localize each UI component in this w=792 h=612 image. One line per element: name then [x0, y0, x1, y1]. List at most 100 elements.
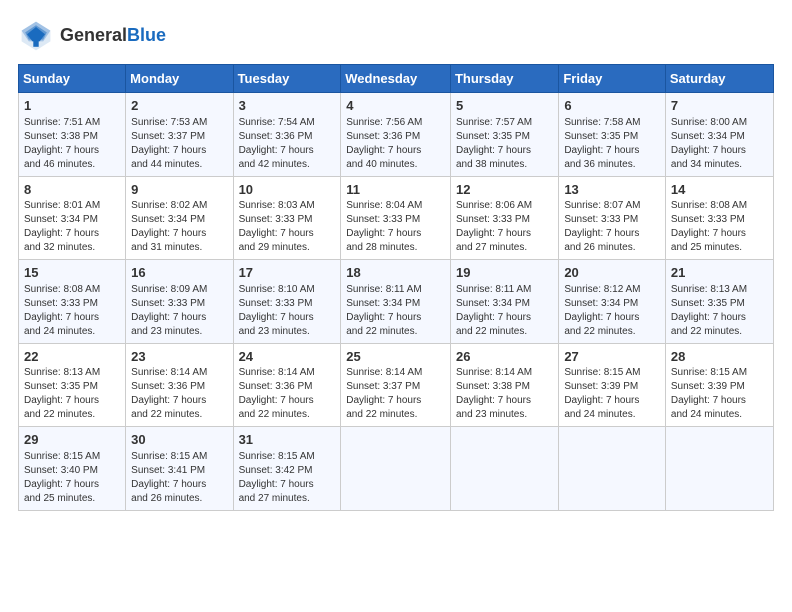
day-number: 26: [456, 348, 553, 366]
day-number: 21: [671, 264, 768, 282]
calendar-cell: 22Sunrise: 8:13 AM Sunset: 3:35 PM Dayli…: [19, 343, 126, 427]
calendar-cell: 30Sunrise: 8:15 AM Sunset: 3:41 PM Dayli…: [126, 427, 233, 511]
calendar-cell: 5Sunrise: 7:57 AM Sunset: 3:35 PM Daylig…: [450, 93, 558, 177]
day-number: 28: [671, 348, 768, 366]
day-number: 25: [346, 348, 445, 366]
day-number: 30: [131, 431, 227, 449]
weekday-header-wednesday: Wednesday: [341, 65, 451, 93]
calendar-week-4: 22Sunrise: 8:13 AM Sunset: 3:35 PM Dayli…: [19, 343, 774, 427]
calendar-cell: 23Sunrise: 8:14 AM Sunset: 3:36 PM Dayli…: [126, 343, 233, 427]
day-info: Sunrise: 8:04 AM Sunset: 3:33 PM Dayligh…: [346, 199, 445, 255]
day-info: Sunrise: 8:07 AM Sunset: 3:33 PM Dayligh…: [564, 199, 660, 255]
day-info: Sunrise: 7:56 AM Sunset: 3:36 PM Dayligh…: [346, 116, 445, 172]
weekday-header-friday: Friday: [559, 65, 666, 93]
day-info: Sunrise: 8:13 AM Sunset: 3:35 PM Dayligh…: [24, 366, 120, 422]
day-info: Sunrise: 7:54 AM Sunset: 3:36 PM Dayligh…: [239, 116, 336, 172]
day-number: 18: [346, 264, 445, 282]
calendar-cell: 2Sunrise: 7:53 AM Sunset: 3:37 PM Daylig…: [126, 93, 233, 177]
day-info: Sunrise: 8:03 AM Sunset: 3:33 PM Dayligh…: [239, 199, 336, 255]
day-number: 11: [346, 181, 445, 199]
day-number: 2: [131, 97, 227, 115]
day-number: 14: [671, 181, 768, 199]
calendar-header-row: SundayMondayTuesdayWednesdayThursdayFrid…: [19, 65, 774, 93]
calendar-table: SundayMondayTuesdayWednesdayThursdayFrid…: [18, 64, 774, 511]
day-info: Sunrise: 8:15 AM Sunset: 3:40 PM Dayligh…: [24, 450, 120, 506]
day-info: Sunrise: 8:15 AM Sunset: 3:39 PM Dayligh…: [671, 366, 768, 422]
day-info: Sunrise: 8:15 AM Sunset: 3:41 PM Dayligh…: [131, 450, 227, 506]
calendar-cell: 14Sunrise: 8:08 AM Sunset: 3:33 PM Dayli…: [665, 176, 773, 260]
logo-general: General: [60, 25, 127, 45]
calendar-cell: 21Sunrise: 8:13 AM Sunset: 3:35 PM Dayli…: [665, 260, 773, 344]
day-info: Sunrise: 7:57 AM Sunset: 3:35 PM Dayligh…: [456, 116, 553, 172]
day-number: 23: [131, 348, 227, 366]
weekday-header-tuesday: Tuesday: [233, 65, 341, 93]
day-number: 15: [24, 264, 120, 282]
day-info: Sunrise: 8:01 AM Sunset: 3:34 PM Dayligh…: [24, 199, 120, 255]
calendar-cell: 7Sunrise: 8:00 AM Sunset: 3:34 PM Daylig…: [665, 93, 773, 177]
calendar-cell: 10Sunrise: 8:03 AM Sunset: 3:33 PM Dayli…: [233, 176, 341, 260]
day-number: 12: [456, 181, 553, 199]
calendar-cell: 13Sunrise: 8:07 AM Sunset: 3:33 PM Dayli…: [559, 176, 666, 260]
day-number: 9: [131, 181, 227, 199]
calendar-cell: 9Sunrise: 8:02 AM Sunset: 3:34 PM Daylig…: [126, 176, 233, 260]
day-number: 31: [239, 431, 336, 449]
day-info: Sunrise: 8:15 AM Sunset: 3:39 PM Dayligh…: [564, 366, 660, 422]
calendar-cell: [665, 427, 773, 511]
calendar-cell: 26Sunrise: 8:14 AM Sunset: 3:38 PM Dayli…: [450, 343, 558, 427]
calendar-week-2: 8Sunrise: 8:01 AM Sunset: 3:34 PM Daylig…: [19, 176, 774, 260]
day-number: 17: [239, 264, 336, 282]
calendar-week-1: 1Sunrise: 7:51 AM Sunset: 3:38 PM Daylig…: [19, 93, 774, 177]
calendar-week-5: 29Sunrise: 8:15 AM Sunset: 3:40 PM Dayli…: [19, 427, 774, 511]
day-number: 10: [239, 181, 336, 199]
day-info: Sunrise: 7:58 AM Sunset: 3:35 PM Dayligh…: [564, 116, 660, 172]
day-number: 4: [346, 97, 445, 115]
day-info: Sunrise: 8:08 AM Sunset: 3:33 PM Dayligh…: [24, 283, 120, 339]
logo-blue: Blue: [127, 25, 166, 45]
day-number: 20: [564, 264, 660, 282]
calendar-cell: 27Sunrise: 8:15 AM Sunset: 3:39 PM Dayli…: [559, 343, 666, 427]
logo-icon: [18, 18, 54, 54]
calendar-cell: 11Sunrise: 8:04 AM Sunset: 3:33 PM Dayli…: [341, 176, 451, 260]
day-number: 7: [671, 97, 768, 115]
calendar-cell: 28Sunrise: 8:15 AM Sunset: 3:39 PM Dayli…: [665, 343, 773, 427]
calendar-cell: 25Sunrise: 8:14 AM Sunset: 3:37 PM Dayli…: [341, 343, 451, 427]
calendar-cell: 31Sunrise: 8:15 AM Sunset: 3:42 PM Dayli…: [233, 427, 341, 511]
day-info: Sunrise: 8:15 AM Sunset: 3:42 PM Dayligh…: [239, 450, 336, 506]
day-info: Sunrise: 8:10 AM Sunset: 3:33 PM Dayligh…: [239, 283, 336, 339]
calendar-cell: 6Sunrise: 7:58 AM Sunset: 3:35 PM Daylig…: [559, 93, 666, 177]
day-number: 13: [564, 181, 660, 199]
day-info: Sunrise: 8:13 AM Sunset: 3:35 PM Dayligh…: [671, 283, 768, 339]
day-info: Sunrise: 7:53 AM Sunset: 3:37 PM Dayligh…: [131, 116, 227, 172]
calendar-cell: 18Sunrise: 8:11 AM Sunset: 3:34 PM Dayli…: [341, 260, 451, 344]
calendar-cell: 17Sunrise: 8:10 AM Sunset: 3:33 PM Dayli…: [233, 260, 341, 344]
day-info: Sunrise: 8:06 AM Sunset: 3:33 PM Dayligh…: [456, 199, 553, 255]
day-info: Sunrise: 8:08 AM Sunset: 3:33 PM Dayligh…: [671, 199, 768, 255]
day-info: Sunrise: 8:14 AM Sunset: 3:36 PM Dayligh…: [239, 366, 336, 422]
calendar-cell: 19Sunrise: 8:11 AM Sunset: 3:34 PM Dayli…: [450, 260, 558, 344]
day-number: 27: [564, 348, 660, 366]
day-info: Sunrise: 8:11 AM Sunset: 3:34 PM Dayligh…: [456, 283, 553, 339]
calendar-cell: [559, 427, 666, 511]
day-number: 5: [456, 97, 553, 115]
weekday-header-saturday: Saturday: [665, 65, 773, 93]
logo-text: GeneralBlue: [60, 26, 166, 46]
day-number: 3: [239, 97, 336, 115]
day-number: 22: [24, 348, 120, 366]
header: GeneralBlue: [18, 18, 774, 54]
day-number: 16: [131, 264, 227, 282]
page: GeneralBlue SundayMondayTuesdayWednesday…: [0, 0, 792, 523]
calendar-cell: [450, 427, 558, 511]
calendar-week-3: 15Sunrise: 8:08 AM Sunset: 3:33 PM Dayli…: [19, 260, 774, 344]
day-number: 6: [564, 97, 660, 115]
day-info: Sunrise: 8:11 AM Sunset: 3:34 PM Dayligh…: [346, 283, 445, 339]
calendar-cell: 15Sunrise: 8:08 AM Sunset: 3:33 PM Dayli…: [19, 260, 126, 344]
calendar-cell: 3Sunrise: 7:54 AM Sunset: 3:36 PM Daylig…: [233, 93, 341, 177]
day-number: 1: [24, 97, 120, 115]
logo: GeneralBlue: [18, 18, 166, 54]
day-info: Sunrise: 8:14 AM Sunset: 3:38 PM Dayligh…: [456, 366, 553, 422]
day-info: Sunrise: 7:51 AM Sunset: 3:38 PM Dayligh…: [24, 116, 120, 172]
calendar-cell: 29Sunrise: 8:15 AM Sunset: 3:40 PM Dayli…: [19, 427, 126, 511]
day-info: Sunrise: 8:00 AM Sunset: 3:34 PM Dayligh…: [671, 116, 768, 172]
calendar-cell: 4Sunrise: 7:56 AM Sunset: 3:36 PM Daylig…: [341, 93, 451, 177]
calendar-cell: 24Sunrise: 8:14 AM Sunset: 3:36 PM Dayli…: [233, 343, 341, 427]
